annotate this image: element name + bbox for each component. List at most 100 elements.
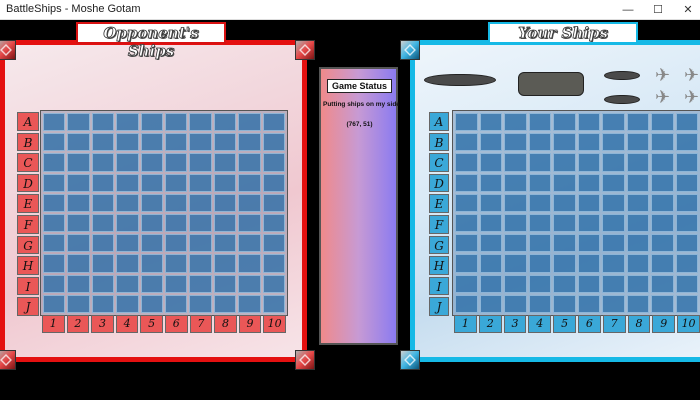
grid-cell[interactable]	[626, 193, 649, 212]
grid-cell[interactable]	[67, 113, 90, 132]
grid-cell[interactable]	[43, 254, 66, 273]
grid-cell[interactable]	[91, 294, 115, 313]
grid-cell[interactable]	[577, 294, 600, 313]
grid-cell[interactable]	[455, 173, 478, 192]
grid-cell[interactable]	[67, 193, 90, 212]
grid-cell[interactable]	[189, 113, 212, 132]
grid-cell[interactable]	[479, 254, 502, 273]
grid-cell[interactable]	[140, 214, 163, 233]
grid-cell[interactable]	[553, 234, 576, 253]
grid-cell[interactable]	[504, 173, 527, 192]
grid-cell[interactable]	[626, 173, 649, 192]
grid-cell[interactable]	[43, 173, 66, 192]
grid-cell[interactable]	[213, 214, 237, 233]
grid-cell[interactable]	[479, 214, 502, 233]
grid-cell[interactable]	[479, 274, 502, 293]
grid-cell[interactable]	[189, 254, 212, 273]
grid-cell[interactable]	[189, 274, 212, 293]
grid-cell[interactable]	[213, 193, 237, 212]
grid-cell[interactable]	[504, 113, 527, 132]
grid-cell[interactable]	[164, 193, 188, 212]
fighter-jet-icon[interactable]: ✈	[684, 88, 699, 106]
grid-cell[interactable]	[116, 193, 139, 212]
grid-cell[interactable]	[602, 193, 625, 212]
grid-cell[interactable]	[91, 133, 115, 152]
grid-cell[interactable]	[262, 133, 285, 152]
grid-cell[interactable]	[67, 274, 90, 293]
grid-cell[interactable]	[164, 173, 188, 192]
grid-cell[interactable]	[164, 234, 188, 253]
grid-cell[interactable]	[189, 214, 212, 233]
grid-cell[interactable]	[238, 113, 261, 132]
grid-cell[interactable]	[577, 153, 600, 172]
grid-cell[interactable]	[675, 133, 698, 152]
grid-cell[interactable]	[504, 274, 527, 293]
grid-cell[interactable]	[164, 294, 188, 313]
grid-cell[interactable]	[238, 214, 261, 233]
grid-cell[interactable]	[67, 153, 90, 172]
grid-cell[interactable]	[43, 214, 66, 233]
opponent-grid[interactable]	[40, 110, 288, 316]
grid-cell[interactable]	[455, 254, 478, 273]
grid-cell[interactable]	[651, 133, 674, 152]
fighter-jet-icon[interactable]: ✈	[655, 66, 670, 84]
grid-cell[interactable]	[675, 153, 698, 172]
grid-cell[interactable]	[67, 234, 90, 253]
grid-cell[interactable]	[626, 113, 649, 132]
grid-cell[interactable]	[626, 254, 649, 273]
grid-cell[interactable]	[479, 153, 502, 172]
grid-cell[interactable]	[189, 133, 212, 152]
grid-cell[interactable]	[553, 133, 576, 152]
grid-cell[interactable]	[116, 234, 139, 253]
grid-cell[interactable]	[116, 133, 139, 152]
grid-cell[interactable]	[189, 294, 212, 313]
grid-cell[interactable]	[213, 173, 237, 192]
grid-cell[interactable]	[528, 274, 551, 293]
grid-cell[interactable]	[91, 113, 115, 132]
grid-cell[interactable]	[675, 214, 698, 233]
grid-cell[interactable]	[651, 254, 674, 273]
grid-cell[interactable]	[553, 294, 576, 313]
grid-cell[interactable]	[504, 133, 527, 152]
grid-cell[interactable]	[116, 294, 139, 313]
grid-cell[interactable]	[479, 294, 502, 313]
grid-cell[interactable]	[91, 274, 115, 293]
grid-cell[interactable]	[651, 113, 674, 132]
grid-cell[interactable]	[91, 234, 115, 253]
grid-cell[interactable]	[140, 294, 163, 313]
grid-cell[interactable]	[675, 113, 698, 132]
grid-cell[interactable]	[479, 173, 502, 192]
grid-cell[interactable]	[213, 153, 237, 172]
grid-cell[interactable]	[455, 113, 478, 132]
fighter-jet-icon[interactable]: ✈	[684, 66, 699, 84]
grid-cell[interactable]	[651, 274, 674, 293]
grid-cell[interactable]	[528, 113, 551, 132]
grid-cell[interactable]	[213, 294, 237, 313]
grid-cell[interactable]	[553, 254, 576, 273]
grid-cell[interactable]	[238, 153, 261, 172]
grid-cell[interactable]	[455, 153, 478, 172]
grid-cell[interactable]	[455, 274, 478, 293]
destroyer-icon[interactable]	[604, 71, 640, 80]
grid-cell[interactable]	[262, 193, 285, 212]
grid-cell[interactable]	[213, 133, 237, 152]
grid-cell[interactable]	[164, 254, 188, 273]
grid-cell[interactable]	[479, 113, 502, 132]
grid-cell[interactable]	[116, 254, 139, 273]
grid-cell[interactable]	[67, 173, 90, 192]
grid-cell[interactable]	[675, 274, 698, 293]
grid-cell[interactable]	[602, 214, 625, 233]
carrier-icon[interactable]	[518, 72, 584, 96]
grid-cell[interactable]	[504, 254, 527, 273]
grid-cell[interactable]	[262, 173, 285, 192]
grid-cell[interactable]	[626, 133, 649, 152]
grid-cell[interactable]	[262, 274, 285, 293]
grid-cell[interactable]	[626, 294, 649, 313]
grid-cell[interactable]	[164, 113, 188, 132]
grid-cell[interactable]	[91, 173, 115, 192]
grid-cell[interactable]	[213, 254, 237, 273]
grid-cell[interactable]	[67, 133, 90, 152]
grid-cell[interactable]	[651, 193, 674, 212]
grid-cell[interactable]	[164, 214, 188, 233]
grid-cell[interactable]	[626, 153, 649, 172]
